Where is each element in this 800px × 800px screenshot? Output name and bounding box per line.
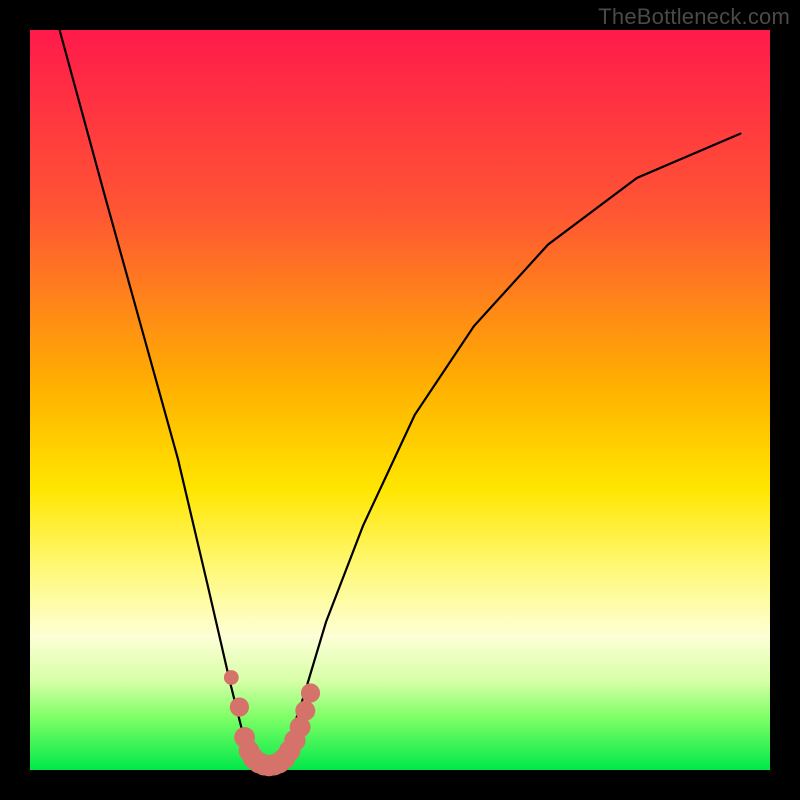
chart-svg xyxy=(30,30,770,770)
highlight-dot xyxy=(301,683,320,702)
watermark-text: TheBottleneck.com xyxy=(598,4,790,30)
chart-frame: TheBottleneck.com xyxy=(0,0,800,800)
highlight-dot xyxy=(230,698,249,717)
highlight-dot xyxy=(224,670,239,685)
highlight-dot xyxy=(295,701,315,721)
bottleneck-curve xyxy=(60,30,741,770)
highlight-dots xyxy=(224,670,320,776)
